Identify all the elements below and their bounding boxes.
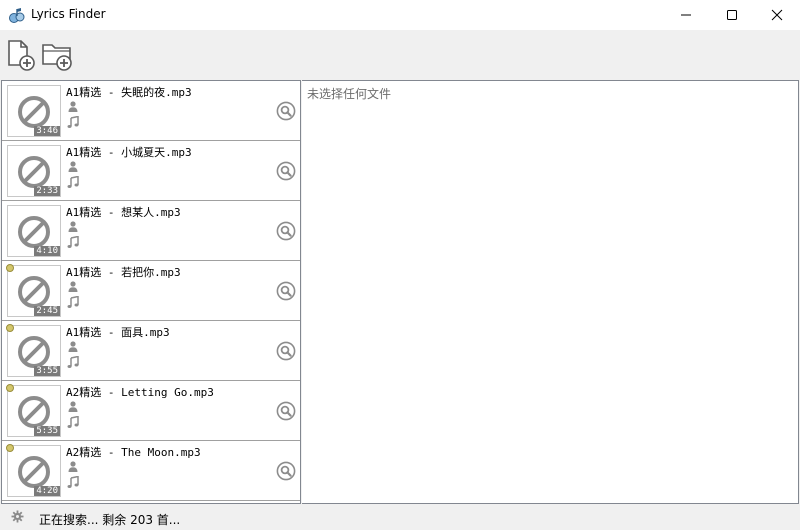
album-art: 5:35 [7,385,61,437]
gear-icon [11,510,24,523]
file-plus-icon [8,40,35,71]
search-lyrics-icon[interactable] [276,461,296,481]
maximize-button[interactable] [709,0,755,30]
duration-badge: 4:20 [34,486,60,496]
add-folder-button[interactable] [40,37,74,71]
title-bar: Lyrics Finder [0,0,800,30]
status-dot-icon [6,384,14,392]
no-cover-icon [18,276,50,308]
no-cover-icon [18,336,50,368]
status-dot-icon [6,324,14,332]
status-text: 正在搜索... 剩余 203 首... [39,513,181,527]
file-list[interactable]: 3:46 A1精选 - 失眠的夜.mp3 2:33 A1精选 - 小城夏天.mp3 4:… [1,80,301,504]
minimize-icon [681,14,691,16]
music-note-icon [67,356,79,368]
list-item[interactable]: 2:45 A1精选 - 若把你.mp3 [2,261,300,321]
album-art: 4:20 [7,445,61,497]
list-item[interactable]: 4:20 A2精选 - The Moon.mp3 [2,441,300,501]
no-file-selected-text: 未选择任何文件 [307,87,392,101]
duration-badge: 3:46 [34,126,60,136]
search-lyrics-icon[interactable] [276,221,296,241]
search-lyrics-icon[interactable] [276,341,296,361]
file-name: A2精选 - Letting Go.mp3 [66,386,214,399]
artist-icon [68,221,78,232]
album-art: 2:33 [7,145,61,197]
status-dot-icon [6,264,14,272]
search-lyrics-icon[interactable] [276,161,296,181]
toolbar [0,30,800,80]
music-note-icon [67,296,79,308]
maximize-icon [727,10,737,20]
list-item[interactable]: 3:55 A1精选 - 面具.mp3 [2,321,300,381]
artist-icon [68,161,78,172]
search-lyrics-icon[interactable] [276,401,296,421]
music-note-icon [67,416,79,428]
artist-icon [68,461,78,472]
no-cover-icon [18,156,50,188]
file-name: A1精选 - 想某人.mp3 [66,206,181,219]
list-item[interactable]: 3:46 A1精选 - 失眠的夜.mp3 [2,81,300,141]
no-cover-icon [18,216,50,248]
search-lyrics-icon[interactable] [276,101,296,121]
music-note-icon [67,476,79,488]
details-pane: 未选择任何文件 [302,80,799,504]
status-dot-icon [6,444,14,452]
list-item[interactable]: 5:35 A2精选 - Letting Go.mp3 [2,381,300,441]
duration-badge: 2:45 [34,306,60,316]
file-name: A1精选 - 失眠的夜.mp3 [66,86,192,99]
file-name: A1精选 - 小城夏天.mp3 [66,146,192,159]
music-note-icon [67,116,79,128]
file-name: A2精选 - The Moon.mp3 [66,446,201,459]
duration-badge: 2:33 [34,186,60,196]
artist-icon [68,401,78,412]
duration-badge: 4:10 [34,246,60,256]
close-button[interactable] [754,0,800,30]
artist-icon [68,281,78,292]
file-name: A1精选 - 面具.mp3 [66,326,170,339]
list-item[interactable]: 2:33 A1精选 - 小城夏天.mp3 [2,141,300,201]
close-icon [771,9,783,21]
no-cover-icon [18,456,50,488]
lyrics-finder-app-icon [9,8,25,23]
window-title: Lyrics Finder [31,7,106,21]
album-art: 3:55 [7,325,61,377]
music-note-icon [67,236,79,248]
duration-badge: 5:35 [34,426,60,436]
album-art: 3:46 [7,85,61,137]
no-cover-icon [18,96,50,128]
file-name: A1精选 - 若把你.mp3 [66,266,181,279]
no-cover-icon [18,396,50,428]
music-note-icon [67,176,79,188]
album-art: 4:10 [7,205,61,257]
folder-plus-icon [42,44,72,71]
album-art: 2:45 [7,265,61,317]
duration-badge: 3:55 [34,366,60,376]
status-bar: 正在搜索... 剩余 203 首... [0,504,800,530]
list-item[interactable]: 4:10 A1精选 - 想某人.mp3 [2,201,300,261]
add-file-button[interactable] [4,37,38,71]
artist-icon [68,101,78,112]
minimize-button[interactable] [663,0,709,30]
search-lyrics-icon[interactable] [276,281,296,301]
artist-icon [68,341,78,352]
